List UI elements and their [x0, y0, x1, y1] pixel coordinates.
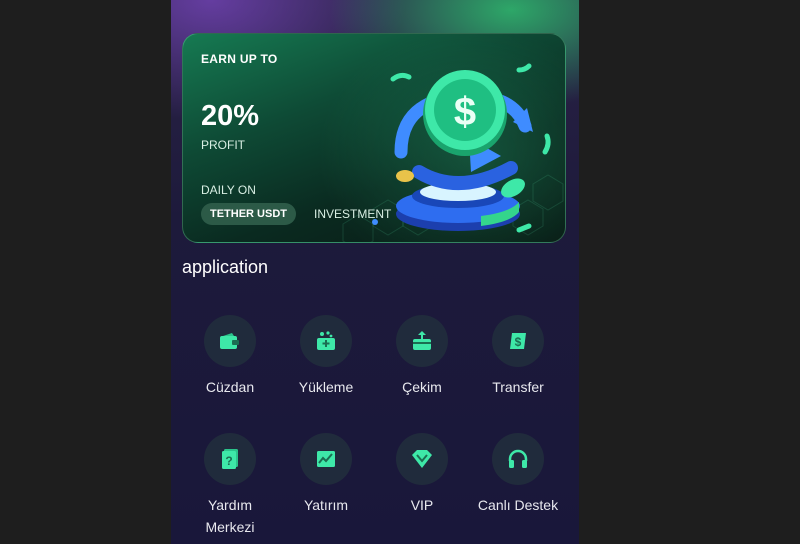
wallet-icon	[204, 315, 256, 367]
app-item-live-support[interactable]: Canlı Destek	[470, 433, 566, 516]
app-item-label: VIP	[410, 497, 434, 513]
app-item-deposit[interactable]: Yükleme	[278, 315, 374, 398]
app-item-investment[interactable]: Yatırım	[278, 433, 374, 516]
deposit-icon	[300, 315, 352, 367]
app-item-withdraw[interactable]: Çekim	[374, 315, 470, 398]
app-item-vip[interactable]: VIP	[374, 433, 470, 516]
svg-text:$: $	[515, 335, 522, 349]
app-item-transfer[interactable]: $ Transfer	[470, 315, 566, 398]
app-item-label: Yükleme	[298, 379, 354, 395]
app-grid: Cüzdan Yükleme Çekim $ Transfer ? Yardım…	[171, 0, 579, 544]
vip-diamond-icon	[396, 433, 448, 485]
app-item-help-center[interactable]: ? Yardım Merkezi	[182, 433, 278, 538]
svg-text:?: ?	[225, 454, 232, 468]
app-item-wallet[interactable]: Cüzdan	[182, 315, 278, 398]
app-screen: $ EARN UP TO 20% PROFIT DAILY ON TETHER …	[171, 0, 579, 544]
headset-icon	[492, 433, 544, 485]
app-item-label: Yardım Merkezi	[205, 497, 255, 535]
transfer-icon: $	[492, 315, 544, 367]
app-item-label: Canlı Destek	[477, 497, 559, 513]
app-item-label: Yatırım	[303, 497, 349, 513]
app-item-label: Cüzdan	[205, 379, 255, 395]
app-item-label: Çekim	[402, 379, 442, 395]
help-center-icon: ?	[204, 433, 256, 485]
withdraw-icon	[396, 315, 448, 367]
app-item-label: Transfer	[492, 379, 544, 395]
investment-chart-icon	[300, 433, 352, 485]
